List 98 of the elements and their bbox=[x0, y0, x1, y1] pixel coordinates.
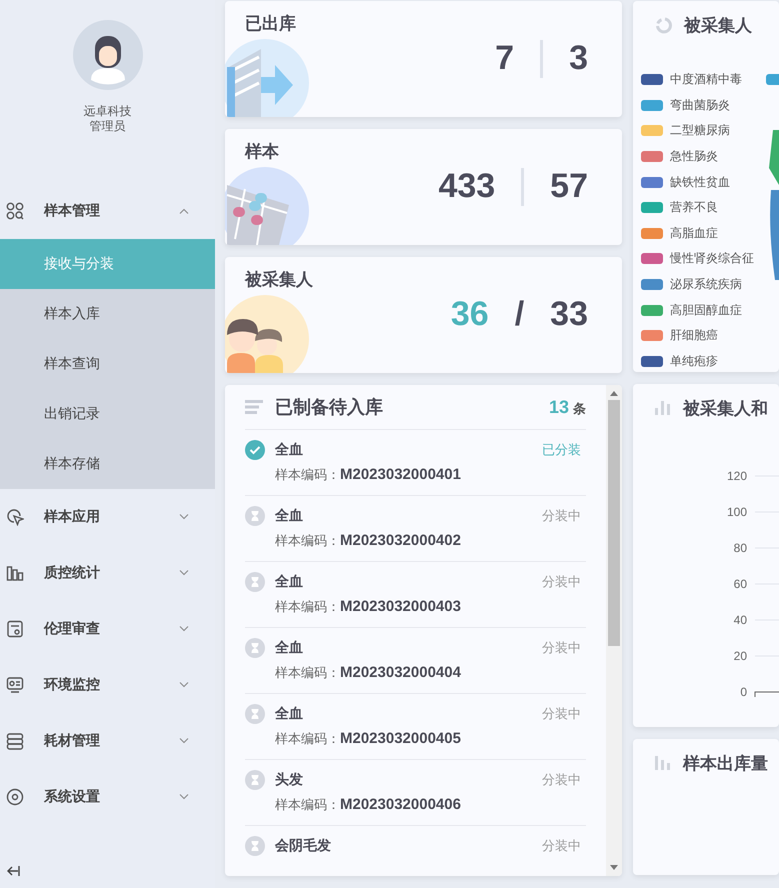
legend-label: 缺铁性贫血 bbox=[670, 174, 730, 191]
stat-value: 433 bbox=[438, 167, 496, 206]
sample-code: M2023032000403 bbox=[340, 598, 461, 615]
sample-name: 全血 bbox=[275, 507, 304, 525]
user-role: 管理员 bbox=[90, 119, 126, 134]
menu-group[interactable]: 伦理审查 bbox=[0, 601, 215, 657]
sample-code: M2023032000401 bbox=[340, 466, 461, 483]
submenu-item[interactable]: 出销记录 bbox=[0, 389, 215, 439]
chevron-down-icon bbox=[179, 626, 189, 632]
document-icon bbox=[6, 620, 24, 638]
chevron-down-icon bbox=[179, 794, 189, 800]
chevron-down-icon bbox=[179, 682, 189, 688]
sample-name: 会阴毛发 bbox=[275, 837, 332, 855]
stack-icon bbox=[6, 732, 24, 750]
legend-label: 中度酒精中毒 bbox=[670, 71, 742, 88]
legend-label: 营养不良 bbox=[670, 199, 718, 216]
grid-icon bbox=[6, 202, 24, 220]
submenu-item[interactable]: 样本查询 bbox=[0, 339, 215, 389]
sample-name: 头发 bbox=[275, 771, 304, 789]
bar-chart-icon bbox=[6, 564, 24, 582]
list-title: 已制备待入库 bbox=[275, 396, 384, 419]
menu-group[interactable]: 耗材管理 bbox=[0, 713, 215, 769]
chart-title: 被采集人 bbox=[684, 14, 752, 36]
scrollbar[interactable] bbox=[606, 385, 622, 876]
legend-label: 弯曲菌肠炎 bbox=[670, 96, 730, 114]
cursor-icon bbox=[6, 508, 24, 526]
code-label: 样本编码： bbox=[275, 730, 340, 748]
code-label: 样本编码： bbox=[275, 532, 340, 550]
legend-label: 肝细胞癌 bbox=[670, 327, 718, 344]
code-label: 样本编码： bbox=[275, 664, 340, 682]
stat-value: 7 bbox=[495, 39, 514, 78]
status-label: 分装中 bbox=[542, 639, 581, 657]
axis-tick-label: 40 bbox=[734, 613, 747, 627]
stat-value: 33 bbox=[550, 295, 588, 334]
axis-tick-label: 0 bbox=[740, 685, 747, 699]
status-label: 已分装 bbox=[542, 441, 581, 459]
stat-title: 被采集人 bbox=[245, 269, 313, 291]
legend-label: 高脂血症 bbox=[670, 224, 718, 242]
submenu-item[interactable]: 样本存储 bbox=[0, 439, 215, 489]
axis-tick-label: 100 bbox=[726, 505, 747, 519]
ring-chart-icon bbox=[655, 16, 672, 34]
scroll-down-icon[interactable] bbox=[610, 865, 618, 870]
sample-code: M2023032000402 bbox=[340, 532, 461, 549]
sample-name: 全血 bbox=[275, 639, 304, 657]
sample-code: M2023032000404 bbox=[340, 664, 461, 681]
company-name: 远卓科技 bbox=[84, 104, 132, 119]
sample-code: M2023032000405 bbox=[340, 730, 461, 747]
sample-name: 全血 bbox=[275, 705, 304, 723]
legend-label: 二型糖尿病 bbox=[670, 122, 730, 140]
status-label: 分装中 bbox=[542, 837, 581, 855]
sample-name: 全血 bbox=[275, 573, 304, 591]
axis-tick-label: 20 bbox=[734, 649, 747, 663]
axis-line bbox=[754, 692, 779, 698]
menu-group[interactable]: 系统设置 bbox=[0, 769, 215, 825]
status-label: 分装中 bbox=[542, 705, 581, 723]
stat-value: 36 bbox=[450, 295, 489, 334]
status-label: 分装中 bbox=[542, 771, 581, 789]
slash-separator: / bbox=[514, 295, 524, 334]
axis-tick-label: 80 bbox=[734, 541, 747, 555]
monitor-icon bbox=[6, 676, 24, 694]
item-count: 13 bbox=[548, 396, 569, 416]
sample-code: M2023032000406 bbox=[340, 796, 461, 813]
legend-label: 高胆固醇血症 bbox=[670, 302, 742, 319]
count-unit: 条 bbox=[573, 400, 586, 416]
legend-label: 泌尿系统疾病 bbox=[670, 276, 742, 294]
code-label: 样本编码： bbox=[275, 466, 340, 484]
chevron-up-icon bbox=[179, 208, 189, 214]
chevron-down-icon bbox=[179, 738, 189, 744]
axis-tick-label: 120 bbox=[726, 469, 747, 483]
stat-value: 57 bbox=[550, 167, 588, 206]
submenu-item[interactable]: 样本入库 bbox=[0, 289, 215, 339]
collapse-icon[interactable] bbox=[6, 865, 20, 877]
chart-title: 被采集人和 bbox=[683, 398, 768, 420]
code-label: 样本编码： bbox=[275, 796, 340, 814]
stat-title: 样本 bbox=[245, 141, 279, 163]
sample-name: 全血 bbox=[275, 441, 304, 459]
legend-label: 急性肠炎 bbox=[670, 148, 718, 166]
list-icon bbox=[245, 400, 263, 414]
status-label: 分装中 bbox=[542, 573, 581, 591]
legend-label: 慢性肾炎综合征 bbox=[670, 250, 754, 268]
settings-icon bbox=[6, 788, 24, 806]
stat-title: 已出库 bbox=[245, 13, 296, 35]
axis-tick-label: 60 bbox=[734, 577, 747, 591]
chevron-down-icon bbox=[179, 570, 189, 576]
menu-group[interactable]: 质控统计 bbox=[0, 545, 215, 601]
scroll-up-icon[interactable] bbox=[610, 391, 618, 396]
status-label: 分装中 bbox=[542, 507, 581, 525]
bar-chart-icon bbox=[655, 756, 671, 770]
stat-value: 3 bbox=[569, 39, 588, 78]
menu-group[interactable]: 环境监控 bbox=[0, 657, 215, 713]
chevron-down-icon bbox=[179, 514, 189, 520]
legend-label: 单纯疱疹 bbox=[670, 352, 718, 370]
bar-chart-icon bbox=[655, 401, 671, 415]
menu-group[interactable]: 样本管理 bbox=[0, 183, 215, 239]
chart-title: 样本出库量 bbox=[683, 752, 768, 774]
code-label: 样本编码： bbox=[275, 598, 340, 616]
avatar-icon bbox=[72, 20, 142, 90]
menu-group[interactable]: 样本应用 bbox=[0, 489, 215, 545]
